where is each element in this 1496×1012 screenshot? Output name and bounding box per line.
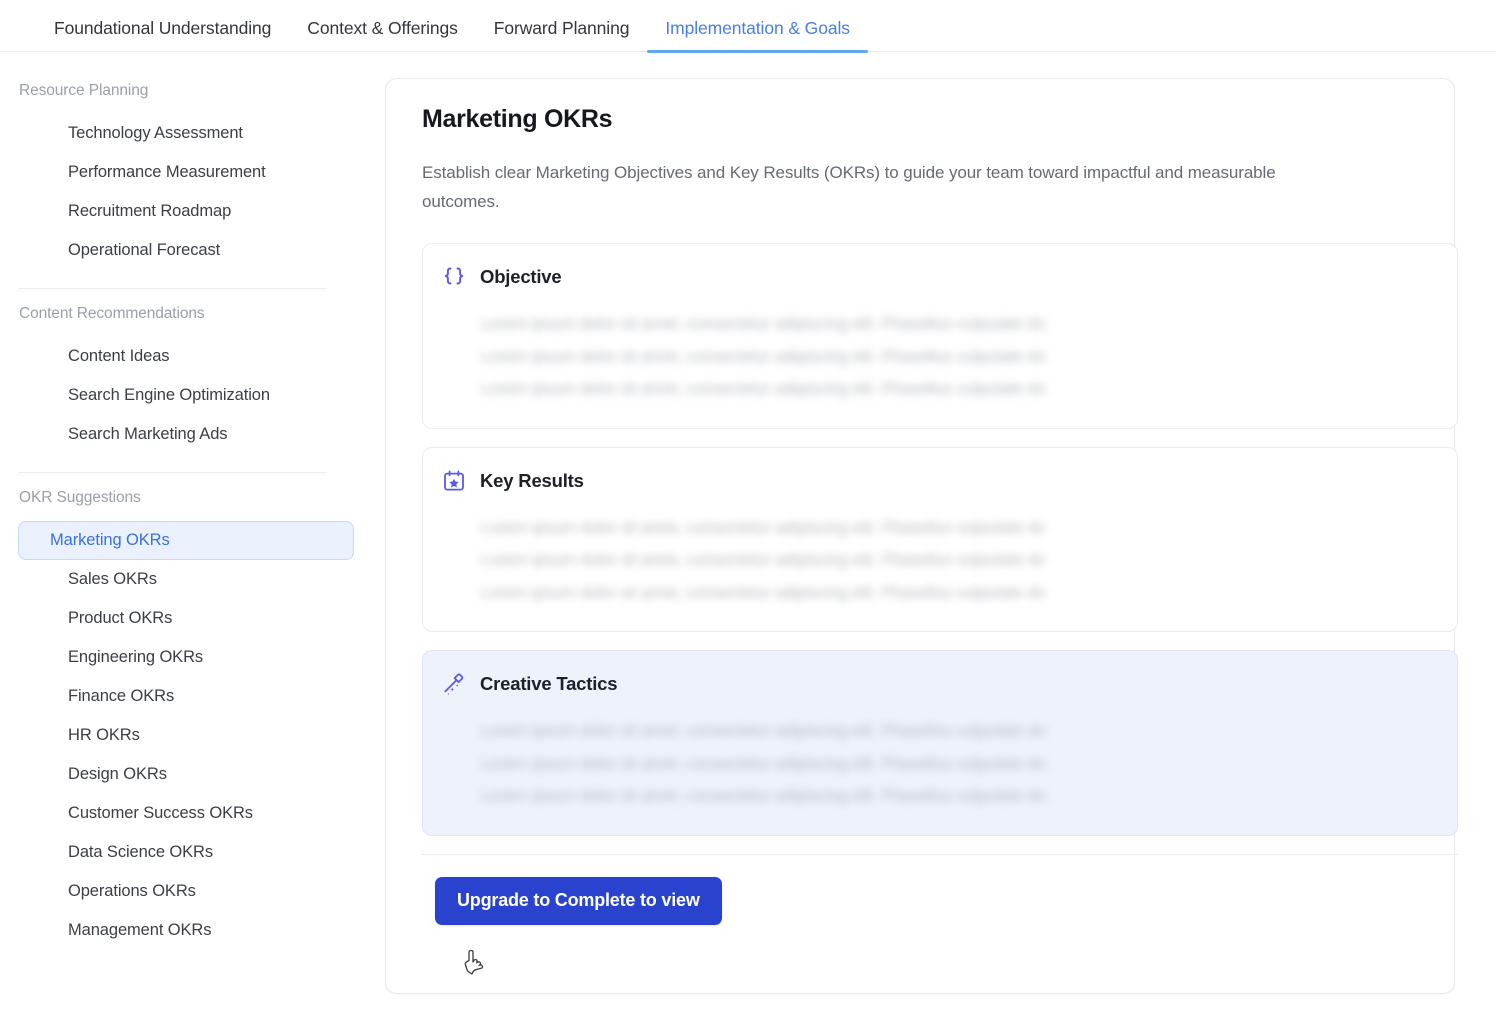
sidebar-item-design-okrs[interactable]: Design OKRs	[18, 755, 354, 794]
sidebar-item-management-okrs[interactable]: Management OKRs	[18, 911, 354, 950]
blurred-text-line: Lorem ipsum dolor sit amet, consectetur …	[481, 780, 1433, 813]
page-title: Marketing OKRs	[422, 105, 1432, 134]
sidebar-item-content-ideas[interactable]: Content Ideas	[18, 337, 354, 376]
calendar-star-icon	[441, 468, 467, 494]
blurred-text-line: Lorem ipsum dolor sit amet, consectetur …	[481, 308, 1433, 341]
blurred-text-line: Lorem ipsum dolor sit amet, consectetur …	[481, 544, 1433, 577]
sidebar-item-hr-okrs[interactable]: HR OKRs	[18, 716, 354, 755]
tab-foundational-understanding[interactable]: Foundational Understanding	[36, 18, 289, 52]
sidebar-group: OKR Suggestions Marketing OKRsSales OKRsP…	[0, 489, 372, 950]
blurred-text-line: Lorem ipsum dolor sit amet, consectetur …	[481, 512, 1433, 545]
blurred-content: Lorem ipsum dolor sit amet, consectetur …	[441, 715, 1433, 813]
blurred-text-line: Lorem ipsum dolor sit amet, consectetur …	[481, 341, 1433, 374]
sidebar-item-customer-success-okrs[interactable]: Customer Success OKRs	[18, 794, 354, 833]
sidebar-item-performance-measurement[interactable]: Performance Measurement	[18, 153, 354, 192]
sidebar-item-sales-okrs[interactable]: Sales OKRs	[18, 560, 354, 599]
okr-detail-card: Marketing OKRs Establish clear Marketing…	[385, 78, 1455, 994]
sidebar-item-search-marketing-ads[interactable]: Search Marketing Ads	[18, 415, 354, 454]
sidebar-group: Resource Planning Technology AssessmentPe…	[0, 82, 372, 270]
section-title: Creative Tactics	[480, 673, 617, 695]
tab-implementation-goals[interactable]: Implementation & Goals	[647, 18, 868, 52]
blurred-text-line: Lorem ipsum dolor sit amet, consectetur …	[481, 748, 1433, 781]
tab-context-offerings[interactable]: Context & Offerings	[289, 18, 476, 52]
sidebar-item-product-okrs[interactable]: Product OKRs	[18, 599, 354, 638]
section-key-results: Key Results Lorem ipsum dolor sit amet, c…	[422, 447, 1458, 633]
sidebar-divider	[18, 472, 327, 473]
sidebar-group-heading: Content Recommendations	[0, 305, 372, 323]
sidebar-item-marketing-okrs[interactable]: Marketing OKRs	[18, 521, 354, 560]
section-header: Objective	[441, 264, 1433, 290]
section-title: Key Results	[480, 470, 584, 492]
sidebar-item-engineering-okrs[interactable]: Engineering OKRs	[18, 638, 354, 677]
blurred-text-line: Lorem ipsum dolor sit amet, consectetur …	[481, 373, 1433, 406]
sidebar-item-recruitment-roadmap[interactable]: Recruitment Roadmap	[18, 192, 354, 231]
sidebar-divider	[18, 288, 327, 289]
section-header: Key Results	[441, 468, 1433, 494]
curly-braces-icon	[441, 264, 467, 290]
blurred-content: Lorem ipsum dolor sit amet, consectetur …	[441, 308, 1433, 406]
section-list: Objective Lorem ipsum dolor sit amet, con…	[422, 243, 1432, 836]
footer-divider	[422, 854, 1458, 855]
sidebar-group-heading: Resource Planning	[0, 82, 372, 100]
page-description: Establish clear Marketing Objectives and…	[422, 158, 1352, 216]
sidebar-item-technology-assessment[interactable]: Technology Assessment	[18, 114, 354, 153]
blurred-text-line: Lorem ipsum dolor sit amet, consectetur …	[481, 577, 1433, 610]
section-title: Objective	[480, 266, 562, 288]
tab-list: Foundational UnderstandingContext & Offe…	[0, 0, 1496, 52]
upgrade-to-complete-button[interactable]: Upgrade to Complete to view	[435, 877, 722, 925]
blurred-content: Lorem ipsum dolor sit amet, consectetur …	[441, 512, 1433, 610]
section-objective: Objective Lorem ipsum dolor sit amet, con…	[422, 243, 1458, 429]
sidebar-item-data-science-okrs[interactable]: Data Science OKRs	[18, 833, 354, 872]
sidebar-group: Content RecommendationsContent IdeasSear…	[0, 305, 372, 454]
blurred-text-line: Lorem ipsum dolor sit amet, consectetur …	[481, 715, 1433, 748]
sidebar-item-search-engine-optimization[interactable]: Search Engine Optimization	[18, 376, 354, 415]
section-header: Creative Tactics	[441, 671, 1433, 697]
sidebar-group-heading: OKR Suggestions	[0, 489, 372, 507]
sidebar-item-finance-okrs[interactable]: Finance OKRs	[18, 677, 354, 716]
top-tab-bar: Foundational UnderstandingContext & Offe…	[0, 0, 1496, 52]
sidebar-item-operational-forecast[interactable]: Operational Forecast	[18, 231, 354, 270]
magic-wand-icon	[441, 671, 467, 697]
tab-forward-planning[interactable]: Forward Planning	[476, 18, 648, 52]
section-creative-tactics: Creative Tactics Lorem ipsum dolor sit am…	[422, 650, 1458, 836]
sidebar-item-operations-okrs[interactable]: Operations OKRs	[18, 872, 354, 911]
sidebar-navigation: Resource Planning Technology AssessmentPe…	[0, 52, 372, 1012]
